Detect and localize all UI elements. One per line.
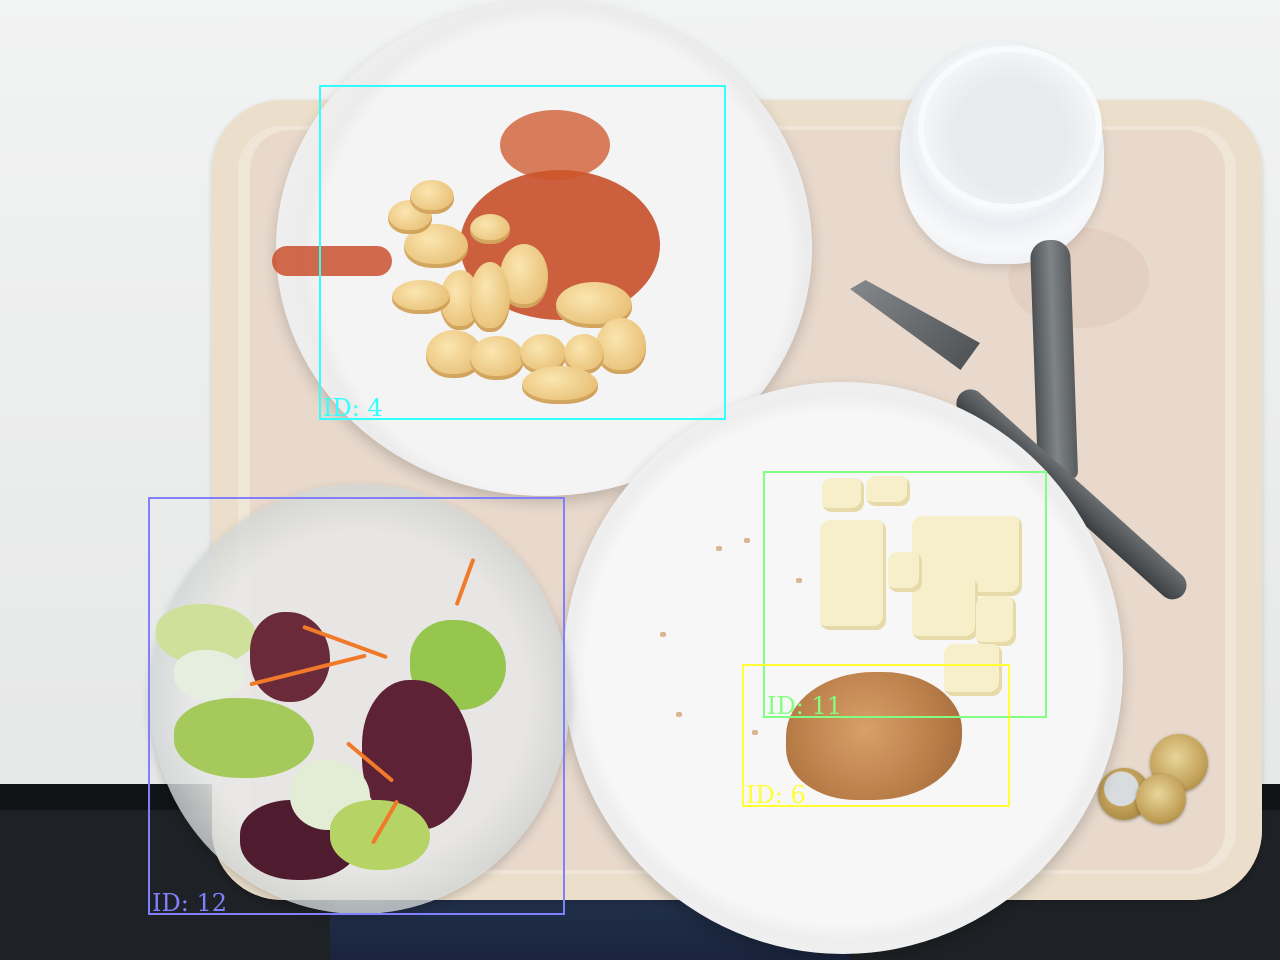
crumb <box>676 712 682 717</box>
detection-label: ID: 6 <box>746 781 806 809</box>
detection-box-6: ID: 6 <box>742 664 1010 807</box>
plastic-cup-rim <box>918 46 1102 210</box>
detection-box-4: ID: 4 <box>319 85 726 420</box>
detection-box-12: ID: 12 <box>148 497 565 915</box>
food-tray-photo: ID: 4 ID: 12 ID: 11 ID: 6 <box>0 0 1280 960</box>
crumb <box>660 632 666 637</box>
crumb <box>744 538 750 543</box>
coin <box>1136 774 1186 824</box>
detection-label: ID: 4 <box>323 394 383 422</box>
detection-label: ID: 12 <box>152 889 227 917</box>
crumb <box>716 546 722 551</box>
